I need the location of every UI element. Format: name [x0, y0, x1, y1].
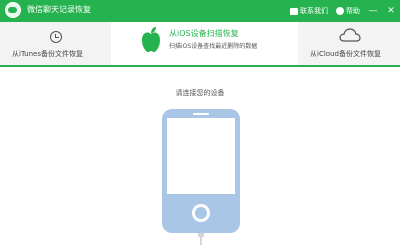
- app-window: 微信聊天记录恢复 联系我们 帮助 — ✕ 从iTunes备份文件恢复 从iOS设…: [0, 0, 400, 245]
- iphone-icon: [162, 109, 240, 245]
